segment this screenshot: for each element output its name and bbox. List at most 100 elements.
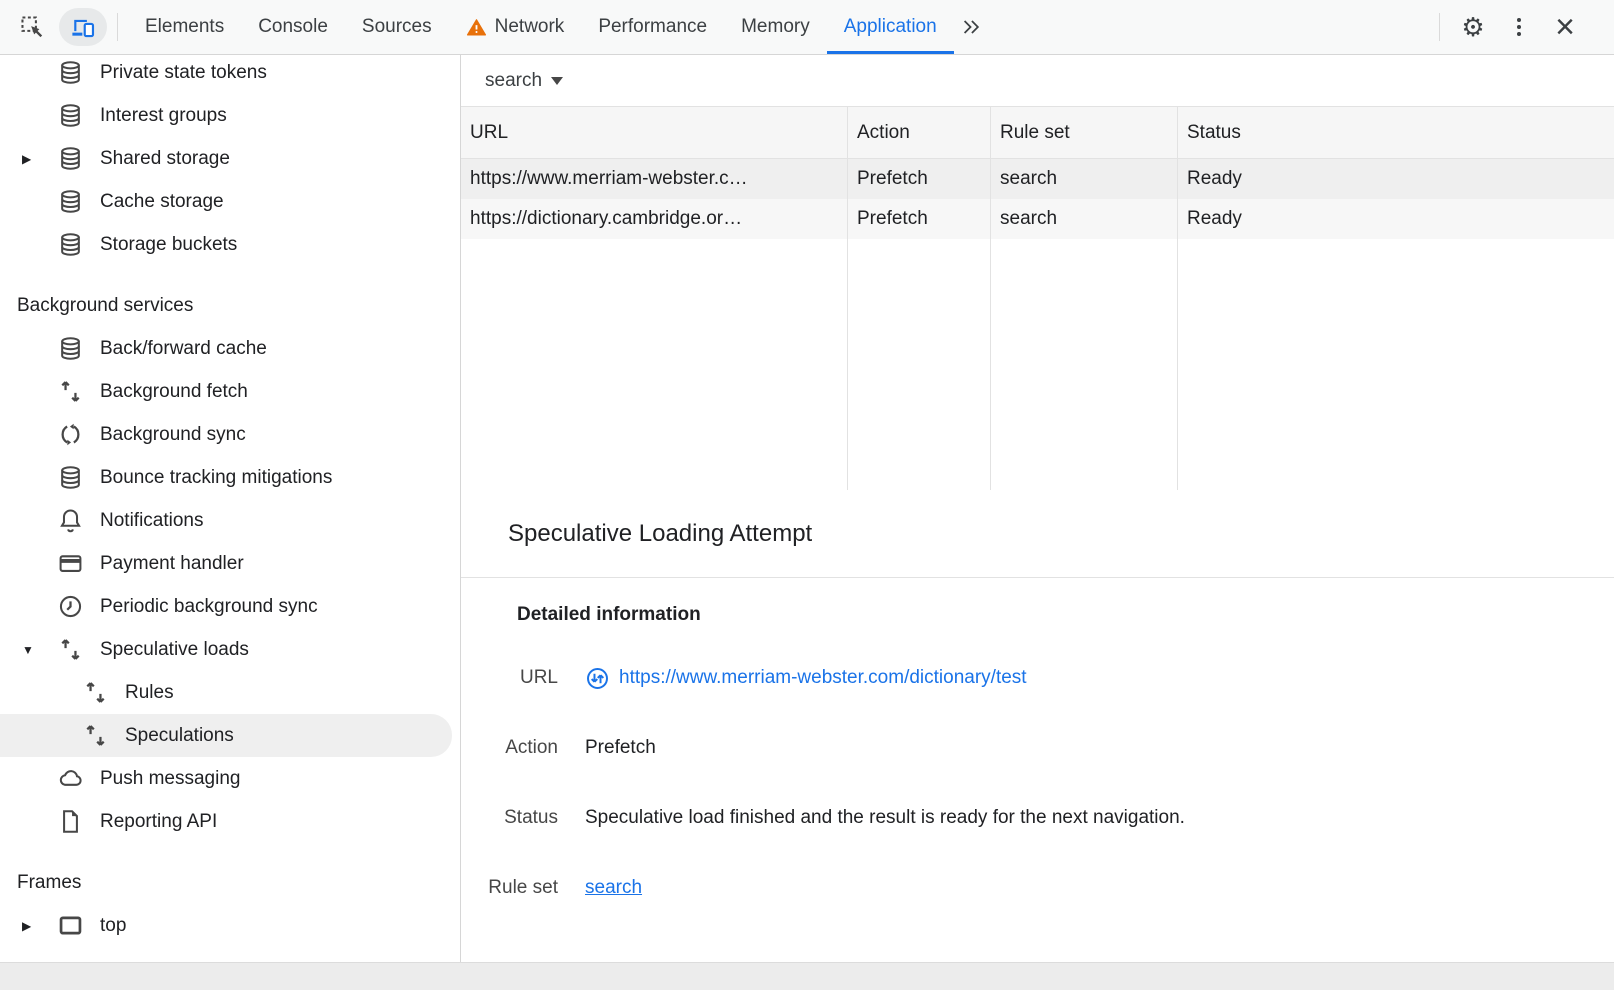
updown-icon [57, 636, 84, 663]
tab-sources[interactable]: Sources [345, 0, 449, 54]
inspect-cursor-icon [19, 14, 45, 40]
tab-memory[interactable]: Memory [724, 0, 827, 54]
tab-label: Sources [362, 16, 432, 38]
empty-cell [461, 239, 848, 490]
more-tabs-button[interactable] [954, 8, 988, 46]
empty-cell [991, 239, 1178, 490]
sidebar-item-notifications[interactable]: Notifications [0, 499, 460, 542]
detail-label: Action [461, 737, 558, 759]
customize-menu-button[interactable] [1500, 8, 1538, 46]
database-icon [57, 231, 84, 258]
sidebar-item-private-state-tokens[interactable]: Private state tokens [0, 55, 460, 94]
sidebar-item-interest-groups[interactable]: Interest groups [0, 94, 460, 137]
sidebar-item-reporting-api[interactable]: Reporting API [0, 800, 460, 843]
speculations-table: URLActionRule setStatus https://www.merr… [461, 106, 1614, 490]
bottom-edge-bar [0, 962, 1614, 990]
tab-elements[interactable]: Elements [128, 0, 241, 54]
sidebar-item-label: Notifications [100, 510, 204, 532]
tab-performance[interactable]: Performance [581, 0, 724, 54]
sidebar-item-label: Speculative loads [100, 639, 249, 661]
sidebar-item-payment-handler[interactable]: Payment handler [0, 542, 460, 585]
detail-value: search [585, 877, 1614, 899]
sidebar-item-push-messaging[interactable]: Push messaging [0, 757, 460, 800]
sidebar-item-periodic-background-sync[interactable]: Periodic background sync [0, 585, 460, 628]
sidebar-item-cache-storage[interactable]: Cache storage [0, 180, 460, 223]
column-header-status[interactable]: Status [1178, 107, 1614, 158]
database-icon [57, 145, 84, 172]
cell-rule-set[interactable]: search [991, 199, 1178, 239]
chevron-right-icon[interactable]: ▶ [18, 152, 57, 166]
tab-strip: ElementsConsole Sources Network Performance… [128, 0, 954, 54]
url-link[interactable]: https://www.merriam-webster.com/dictiona… [619, 667, 1027, 689]
column-header-action[interactable]: Action [848, 107, 991, 158]
toggle-device-toolbar-button[interactable] [59, 8, 107, 46]
cell-status[interactable]: Ready [1178, 199, 1614, 239]
tab-label: Network [495, 16, 565, 38]
speculations-toolbar: search [461, 55, 1614, 106]
sidebar-item-label: Back/forward cache [100, 338, 267, 360]
column-header-rule-set[interactable]: Rule set [991, 107, 1178, 158]
sidebar-item-label: Background sync [100, 424, 246, 446]
sidebar-item-label: Reporting API [100, 811, 217, 833]
sidebar-list: Private state tokens Interest groups ▶Shar… [0, 55, 460, 947]
dropdown-caret-icon [551, 77, 563, 85]
tab-network[interactable]: Network [449, 0, 582, 54]
cell-url[interactable]: https://dictionary.cambridge.or… [461, 199, 848, 239]
chevron-right-icon[interactable]: ▶ [18, 919, 57, 933]
tab-application[interactable]: Application [827, 0, 954, 54]
ruleset-filter-dropdown[interactable]: search [485, 70, 563, 92]
rule-set-link[interactable]: search [585, 877, 642, 899]
tab-console[interactable]: Console [241, 0, 345, 54]
inspect-element-button[interactable] [13, 8, 51, 46]
sidebar-item-shared-storage[interactable]: ▶Shared storage [0, 137, 460, 180]
cell-action[interactable]: Prefetch [848, 199, 991, 239]
detail-value: Speculative load finished and the result… [585, 807, 1614, 829]
tab-label: Application [844, 16, 937, 38]
sidebar-item-label: Speculations [125, 725, 234, 747]
sidebar-item-label: Interest groups [100, 105, 227, 127]
table-row[interactable]: https://dictionary.cambridge.or…Prefetch… [461, 199, 1614, 239]
devtools-window: ElementsConsole Sources Network Performance… [0, 0, 1614, 990]
bell-icon [57, 507, 84, 534]
sidebar-item-bounce-tracking-mitigations[interactable]: Bounce tracking mitigations [0, 456, 460, 499]
detail-panel: Detailed information URLhttps://www.merr… [461, 578, 1614, 962]
database-icon [57, 188, 84, 215]
filter-label: search [485, 70, 542, 92]
cell-action[interactable]: Prefetch [848, 159, 991, 199]
sidebar-item-label: Payment handler [100, 553, 244, 575]
sidebar-item-label: Background fetch [100, 381, 248, 403]
cell-url[interactable]: https://www.merriam-webster.c… [461, 159, 848, 199]
section-title: Speculative Loading Attempt [508, 520, 812, 548]
prefetch-circle-arrows-icon [585, 666, 610, 691]
sync-icon [57, 421, 84, 448]
settings-button[interactable]: ⚙ [1454, 8, 1492, 46]
detail-row-rule-set: Rule setsearch [461, 853, 1614, 923]
sidebar-item-storage-buckets[interactable]: Storage buckets [0, 223, 460, 266]
speculations-panel: search URLActionRule setStatus https://w… [461, 55, 1614, 962]
devtools-content: Private state tokens Interest groups ▶Shar… [0, 55, 1614, 962]
document-icon [57, 808, 84, 835]
sidebar-item-rules[interactable]: Rules [0, 671, 460, 714]
sidebar-item-background-fetch[interactable]: Background fetch [0, 370, 460, 413]
sidebar-item-label: Rules [125, 682, 174, 704]
sidebar-item-top[interactable]: ▶top [0, 904, 460, 947]
updown-icon [82, 679, 109, 706]
chevron-down-icon[interactable]: ▼ [18, 643, 57, 657]
sidebar-item-speculations[interactable]: Speculations [0, 714, 452, 757]
cloud-icon [57, 765, 84, 792]
cell-rule-set[interactable]: search [991, 159, 1178, 199]
table-row[interactable]: https://www.merriam-webster.c…Prefetchse… [461, 159, 1614, 199]
close-devtools-button[interactable]: × [1546, 8, 1584, 46]
attempt-section-header: Speculative Loading Attempt [461, 490, 1614, 578]
cell-status[interactable]: Ready [1178, 159, 1614, 199]
database-icon [57, 59, 84, 86]
sidebar-item-speculative-loads[interactable]: ▼ Speculative loads [0, 628, 460, 671]
detailed-information-heading: Detailed information [517, 604, 1614, 626]
detail-row-action: ActionPrefetch [461, 713, 1614, 783]
gear-icon: ⚙ [1461, 14, 1484, 40]
sidebar-item-background-sync[interactable]: Background sync [0, 413, 460, 456]
database-icon [57, 335, 84, 362]
column-header-url[interactable]: URL [461, 107, 848, 158]
empty-cell [1178, 239, 1614, 490]
sidebar-item-back-forward-cache[interactable]: Back/forward cache [0, 327, 460, 370]
